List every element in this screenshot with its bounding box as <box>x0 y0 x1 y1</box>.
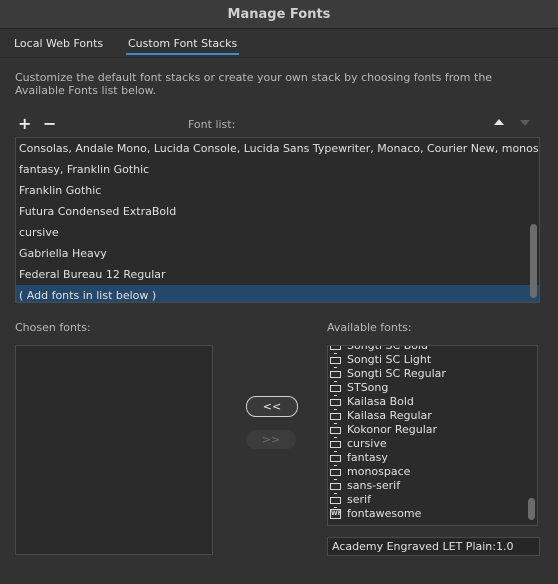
add-font-button[interactable]: << <box>246 396 298 417</box>
font-list-label: Font list: <box>188 118 236 131</box>
available-fonts-label: Available fonts: <box>327 321 412 334</box>
available-font-item[interactable]: WF fontawesome <box>328 507 528 521</box>
available-font-name: sans-serif <box>347 479 401 492</box>
available-font-item[interactable]: Songti SC Light <box>328 353 528 368</box>
available-font-name: fantasy <box>347 451 388 464</box>
plus-icon[interactable]: + <box>18 114 31 133</box>
web-font-icon: WF <box>330 509 342 519</box>
available-font-name: fontawesome <box>347 507 422 520</box>
available-font-item[interactable]: Kailasa Bold <box>328 395 528 410</box>
tab-custom-font-stacks[interactable]: Custom Font Stacks <box>125 37 240 55</box>
remove-font-button[interactable]: >> <box>246 430 296 449</box>
font-list-scrollbar[interactable] <box>530 224 537 298</box>
monitor-icon <box>330 482 341 494</box>
available-font-item[interactable]: Kailasa Regular <box>328 409 528 424</box>
available-font-item[interactable]: STSong <box>328 381 528 396</box>
available-fonts-list[interactable]: Songti SC Bold Songti SC Light Songti SC… <box>327 345 538 526</box>
available-font-name: Kokonor Regular <box>347 423 438 436</box>
description-text: Customize the default font stacks or cre… <box>15 71 493 97</box>
available-font-name: cursive <box>347 437 387 450</box>
monitor-icon <box>330 384 341 396</box>
available-font-name: Kailasa Bold <box>347 395 414 408</box>
monitor-icon <box>330 440 341 452</box>
available-font-name: serif <box>347 493 371 506</box>
font-list-item[interactable]: Futura Condensed ExtraBold <box>16 201 539 222</box>
font-list-item[interactable]: Franklin Gothic <box>16 180 539 201</box>
font-list-toolbar: + − Font list: <box>15 114 540 133</box>
triangle-up-icon[interactable] <box>494 119 504 125</box>
available-fonts-scrollbar[interactable] <box>528 498 535 520</box>
font-list-item[interactable]: Consolas, Andale Mono, Lucida Console, L… <box>16 138 539 159</box>
available-font-name: Songti SC Bold <box>347 345 429 352</box>
available-font-item[interactable]: monospace <box>328 465 528 480</box>
font-list-item-selected[interactable]: ( Add fonts in list below ) <box>16 285 539 302</box>
available-font-item[interactable]: cursive <box>328 437 528 452</box>
monitor-icon <box>330 370 341 382</box>
available-font-item[interactable]: Songti SC Bold <box>328 345 528 354</box>
available-font-item[interactable]: serif <box>328 493 528 508</box>
chosen-fonts-list[interactable] <box>15 345 213 555</box>
monitor-icon <box>330 468 341 480</box>
font-list-item[interactable]: Gabriella Heavy <box>16 243 539 264</box>
monitor-icon <box>330 496 341 508</box>
available-font-name: Songti SC Regular <box>347 367 446 380</box>
font-list-item[interactable]: fantasy, Franklin Gothic <box>16 159 539 180</box>
available-font-item[interactable]: Kokonor Regular <box>328 423 528 438</box>
monitor-icon <box>330 426 341 438</box>
monitor-icon <box>330 356 341 368</box>
window-titlebar: Manage Fonts <box>0 0 558 29</box>
monitor-icon <box>330 398 341 410</box>
minus-icon[interactable]: − <box>43 114 56 133</box>
font-list-item[interactable]: Federal Bureau 12 Regular <box>16 264 539 285</box>
available-font-item[interactable]: Songti SC Regular <box>328 367 528 382</box>
font-list-item[interactable]: cursive <box>16 222 539 243</box>
available-font-name: STSong <box>347 381 389 394</box>
window-title: Manage Fonts <box>227 6 331 22</box>
available-font-item[interactable]: sans-serif <box>328 479 528 494</box>
available-fonts-items: Songti SC Bold Songti SC Light Songti SC… <box>328 345 528 521</box>
available-font-name: Kailasa Regular <box>347 409 432 422</box>
font-list[interactable]: Consolas, Andale Mono, Lucida Console, L… <box>15 137 540 303</box>
tab-local-web-fonts[interactable]: Local Web Fonts <box>14 37 103 50</box>
monitor-icon <box>330 412 341 424</box>
monitor-icon <box>330 346 341 354</box>
available-font-item[interactable]: fantasy <box>328 451 528 466</box>
available-font-name: monospace <box>347 465 411 478</box>
available-font-name: Songti SC Light <box>347 353 432 366</box>
chosen-fonts-label: Chosen fonts: <box>15 321 91 334</box>
font-preview-field[interactable]: Academy Engraved LET Plain:1.0 <box>327 537 540 556</box>
tab-bar: Local Web Fonts Custom Font Stacks <box>0 29 558 55</box>
tab-divider <box>0 57 558 58</box>
monitor-icon <box>330 454 341 466</box>
triangle-down-icon[interactable] <box>520 120 530 126</box>
